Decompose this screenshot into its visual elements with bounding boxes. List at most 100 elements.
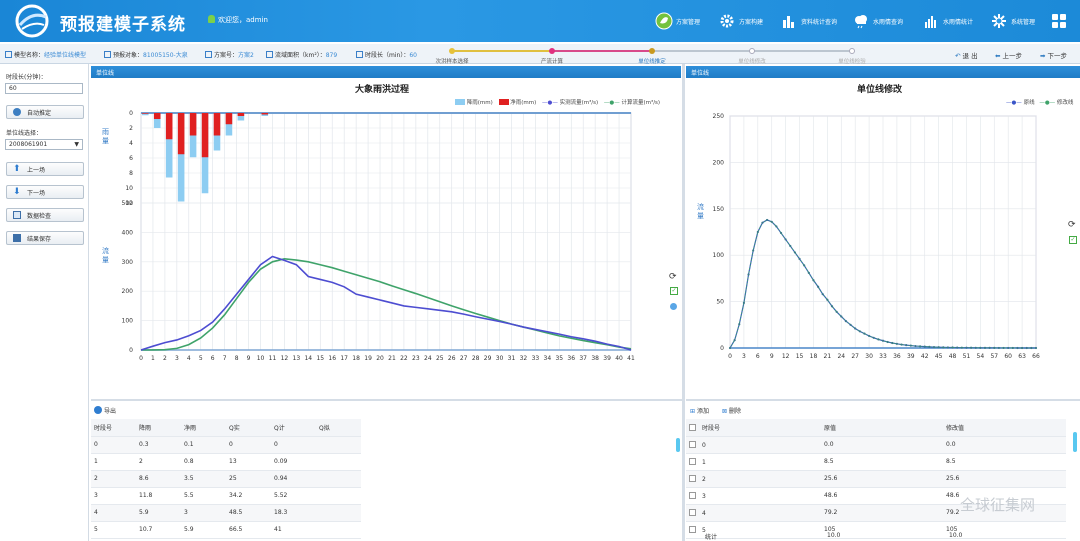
- apps-grid-button[interactable]: [1050, 0, 1071, 42]
- table-row[interactable]: 1 8.5 8.5: [686, 453, 1066, 471]
- refresh-icon-2[interactable]: ⟳: [1068, 220, 1076, 230]
- table-row[interactable]: 0 0.3 0.1 0 0: [91, 436, 361, 454]
- data-check-button[interactable]: 数据检查: [6, 208, 84, 222]
- add-button[interactable]: ⊞ 添加: [690, 406, 709, 415]
- step-dot-3[interactable]: [649, 48, 655, 54]
- row-checkbox[interactable]: [689, 508, 696, 516]
- table-cell: 0: [271, 436, 316, 454]
- table-cell: [316, 453, 361, 471]
- row-checkbox[interactable]: [689, 525, 696, 533]
- column-header[interactable]: 降雨: [136, 419, 181, 437]
- row-checkbox[interactable]: [689, 457, 696, 465]
- auto-derive-button[interactable]: 自动推定: [6, 105, 84, 119]
- sum-modified: 10.0: [949, 532, 963, 539]
- x-tick-label: 30: [496, 355, 504, 362]
- column-header[interactable]: Q计: [271, 419, 316, 437]
- x-tick-label: 27: [460, 355, 468, 362]
- unit-line-select-label: 单位线选择：: [6, 130, 43, 137]
- nav-scheme-build[interactable]: 方案构建: [718, 0, 763, 42]
- rainflow-chart[interactable]: 0 1 2 3 4 5 6 7 8 9 10 11 12 13 14 15 16 17 18 19 20 21 22 23 24…: [91, 108, 681, 370]
- x-tick-label: 37: [579, 355, 587, 362]
- table-scrollbar[interactable]: [1073, 432, 1077, 452]
- column-header[interactable]: 净雨: [181, 419, 226, 437]
- table1-scrollbar[interactable]: [676, 438, 680, 452]
- x-tick-label: 8: [235, 355, 239, 362]
- table-row[interactable]: 5 105 105: [686, 521, 1066, 539]
- column-header[interactable]: Q实: [226, 419, 271, 437]
- panel-splitter[interactable]: [682, 64, 685, 541]
- table-row[interactable]: 5 10.7 5.9 66.5 41: [91, 521, 361, 539]
- data-point: [812, 279, 815, 282]
- prev-event-button[interactable]: ⬆ 上一场: [6, 162, 84, 176]
- clock-icon: [356, 51, 363, 58]
- net-rain-bar: [142, 113, 149, 114]
- data-point: [918, 345, 922, 348]
- x-tick-label: 26: [448, 355, 456, 362]
- refresh-icon[interactable]: ⟳: [669, 272, 677, 282]
- x-tick-label: 35: [555, 355, 563, 362]
- data-point: [872, 336, 875, 339]
- table-cell: 8.5: [821, 453, 943, 471]
- data-point: [789, 244, 792, 248]
- x-tick-label: 22: [400, 355, 408, 362]
- table-row[interactable]: 2 8.6 3.5 25 0.94: [91, 470, 361, 488]
- table-cell: 5.9: [181, 521, 226, 539]
- net-rain-bar: [201, 113, 209, 158]
- data-point: [742, 301, 746, 304]
- column-header[interactable]: Q拟: [316, 419, 361, 437]
- table-row[interactable]: 0 0.0 0.0: [686, 436, 1066, 454]
- column-header[interactable]: 时段号: [686, 419, 821, 437]
- unit-line-chart[interactable]: 0 3 6 9 12 15 18 21 24 27 30 33 36 39 42 45 48 51 54 57 60 63…: [686, 108, 1066, 370]
- row-checkbox[interactable]: [689, 491, 696, 499]
- column-header[interactable]: 原值: [821, 419, 943, 437]
- panel-divider: [91, 399, 682, 401]
- step-dot-4[interactable]: [749, 48, 755, 54]
- nav-rain-stats[interactable]: 水雨情统计: [922, 0, 973, 42]
- checkbox-icon[interactable]: ✓: [670, 287, 678, 295]
- row-checkbox[interactable]: [689, 423, 696, 431]
- row-checkbox[interactable]: [689, 440, 696, 448]
- nav-rain-query[interactable]: 水雨情查询: [852, 0, 903, 42]
- next-step-button[interactable]: ➡ 下一步: [1040, 50, 1067, 60]
- save-result-button[interactable]: 结果保存: [6, 231, 84, 245]
- export-button[interactable]: 导出: [94, 406, 116, 415]
- data-point: [826, 298, 829, 301]
- next-event-button[interactable]: ⬇ 下一场: [6, 185, 84, 199]
- table-row[interactable]: 3 11.8 5.5 34.2 5.52: [91, 487, 361, 505]
- x-tick-label: 0: [728, 353, 732, 360]
- step-dot-1[interactable]: [449, 48, 455, 54]
- nav-system-manage[interactable]: 系统管理: [990, 0, 1035, 42]
- prev-step-button[interactable]: ⬅ 上一步: [995, 50, 1022, 60]
- exit-button[interactable]: ↶ 退 出: [955, 50, 978, 60]
- dot-icon[interactable]: [670, 303, 677, 310]
- step-dot-5[interactable]: [849, 48, 855, 54]
- unit-line-select[interactable]: 2008061901 ▼: [5, 139, 83, 150]
- table-cell: 3: [181, 504, 226, 522]
- table-cell: 5: [91, 521, 136, 539]
- x-tick-label: 27: [851, 353, 859, 360]
- row-checkbox[interactable]: [689, 474, 696, 482]
- data-point: [1016, 346, 1019, 350]
- delete-button[interactable]: ⊠ 删除: [722, 406, 741, 415]
- nav-data-stats[interactable]: 资料统计查询: [780, 0, 837, 42]
- table-row[interactable]: 2 25.6 25.6: [686, 470, 1066, 488]
- data-point: [969, 346, 973, 349]
- column-header[interactable]: 时段号: [91, 419, 136, 437]
- x-tick-label: 18: [810, 353, 818, 360]
- gear-icon: [718, 12, 736, 30]
- x-tick-label: 33: [532, 355, 540, 362]
- table-row[interactable]: 1 2 0.8 13 0.09: [91, 453, 361, 471]
- time-step: 时段长（min）：60: [356, 50, 417, 59]
- table-cell: 48.6: [821, 487, 943, 505]
- column-header[interactable]: 修改值: [943, 419, 1066, 437]
- x-tick-label: 32: [520, 355, 528, 362]
- table-row[interactable]: 4 5.9 3 48.5 18.3: [91, 504, 361, 522]
- data-point: [849, 323, 852, 326]
- nav-scheme-manage[interactable]: 方案管理: [655, 0, 700, 42]
- table-cell: [316, 521, 361, 539]
- table-cell: [316, 487, 361, 505]
- step-dot-2[interactable]: [549, 48, 555, 54]
- step-length-input[interactable]: 60: [5, 83, 83, 94]
- checkbox-icon-2[interactable]: ✓: [1069, 236, 1077, 244]
- data-point: [909, 344, 912, 347]
